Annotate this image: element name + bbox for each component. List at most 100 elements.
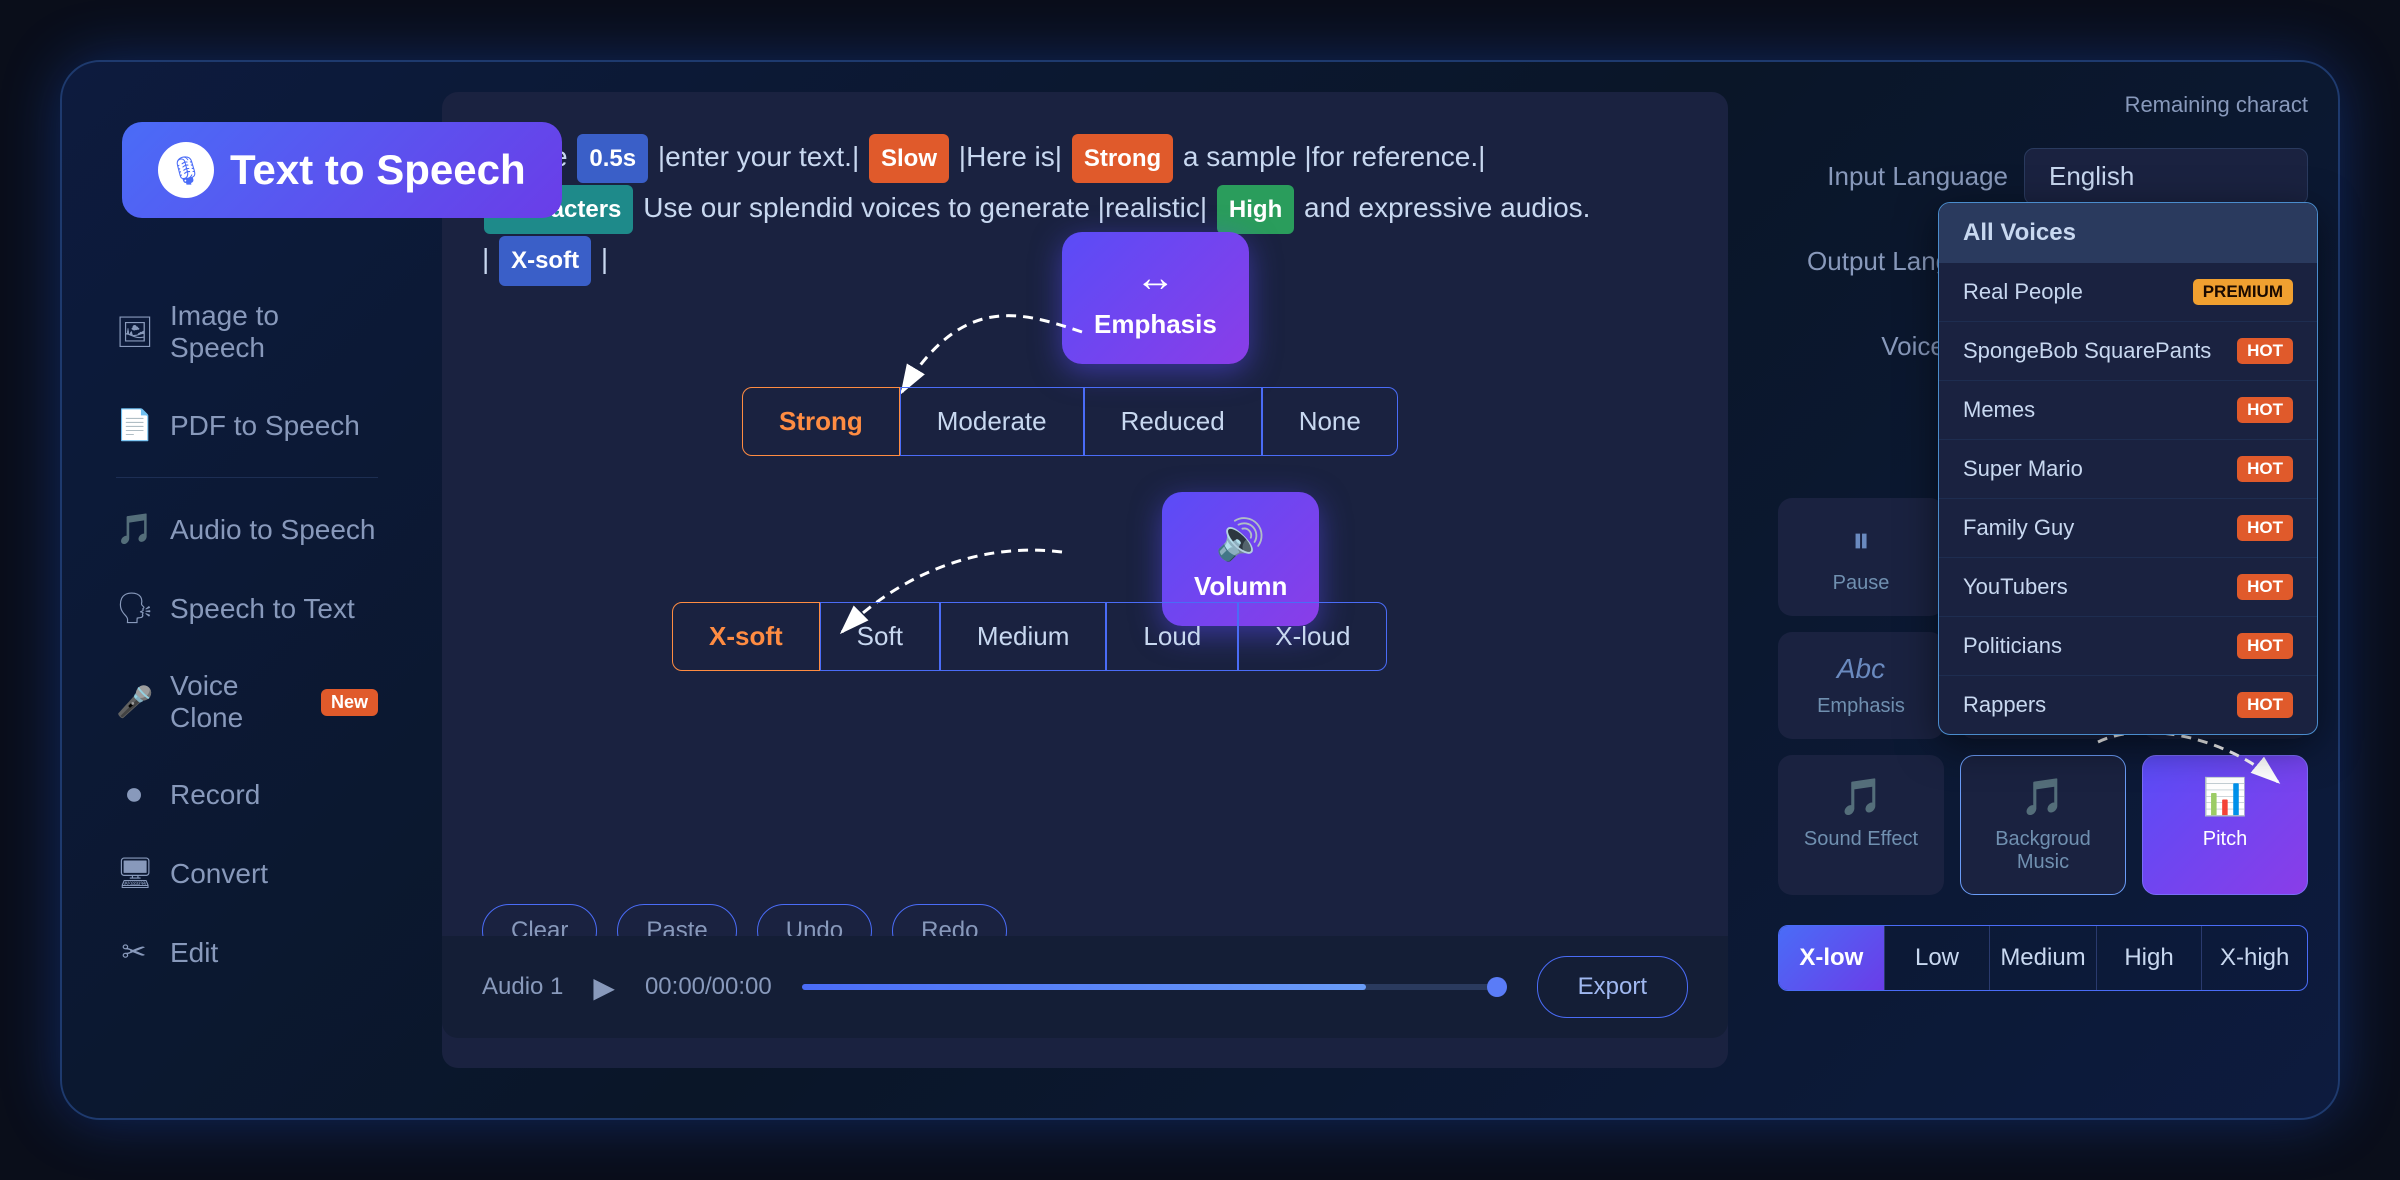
sidebar-label-record: Record bbox=[170, 779, 260, 811]
edit-icon: ✂ bbox=[116, 935, 152, 970]
dropdown-item-label-super-mario: Super Mario bbox=[1963, 456, 2083, 482]
tag-high: High bbox=[1217, 185, 1294, 234]
sidebar-item-speech-to-text[interactable]: 🗣 Speech to Text bbox=[92, 573, 402, 644]
editor-panel[interactable]: Please 0.5s |enter your text.| Slow |Her… bbox=[442, 92, 1728, 1068]
speech-icon: 🗣 bbox=[116, 591, 152, 626]
badge-hot-super-mario: HOT bbox=[2237, 456, 2293, 482]
emphasis-popup-label: Emphasis bbox=[1094, 309, 1217, 340]
dropdown-item-label-spongebob: SpongeBob SquarePants bbox=[1963, 338, 2211, 364]
tag-strong: Strong bbox=[1072, 134, 1173, 183]
volume-popup-icon: 🔊 bbox=[1216, 516, 1266, 563]
convert-icon: 🖥 bbox=[116, 856, 152, 891]
emphasis-btn-moderate[interactable]: Moderate bbox=[900, 387, 1084, 456]
tag-slow: Slow bbox=[869, 134, 949, 183]
pitch-btn-medium[interactable]: Medium bbox=[1990, 926, 2096, 990]
dropdown-item-youtubers[interactable]: YouTubers HOT bbox=[1939, 558, 2317, 617]
sidebar-item-record[interactable]: ⏺ Record bbox=[92, 760, 402, 830]
logo-badge[interactable]: 🎙 Text to Speech bbox=[122, 122, 562, 218]
pitch-button-group: X-low Low Medium High X-high bbox=[1778, 925, 2308, 991]
emphasis-btn-reduced[interactable]: Reduced bbox=[1084, 387, 1262, 456]
sound-effect-icon: 🎵 bbox=[1839, 776, 1884, 818]
app-window: 🎙 Text to Speech 🖼 Image to Speech 📄 PDF… bbox=[60, 60, 2340, 1120]
sidebar-item-convert[interactable]: 🖥 Convert bbox=[92, 838, 402, 909]
new-badge: New bbox=[321, 689, 378, 716]
sidebar-item-pdf-to-speech[interactable]: 📄 PDF to Speech bbox=[92, 390, 402, 461]
badge-hot-memes: HOT bbox=[2237, 397, 2293, 423]
volume-btn-xloud[interactable]: X-loud bbox=[1238, 602, 1387, 671]
sidebar-label-image-to-speech: Image to Speech bbox=[170, 300, 378, 364]
volume-popup-label: Volumn bbox=[1194, 571, 1287, 602]
badge-hot-politicians: HOT bbox=[2237, 633, 2293, 659]
input-language-row: Input Language English bbox=[1778, 148, 2308, 205]
audio-icon: 🎵 bbox=[116, 512, 152, 547]
dropdown-item-label-youtubers: YouTubers bbox=[1963, 574, 2068, 600]
record-icon: ⏺ bbox=[116, 778, 152, 812]
emphasis-btn-strong[interactable]: Strong bbox=[742, 387, 900, 456]
pitch-active-icon: 📊 bbox=[2203, 776, 2248, 818]
sidebar: 🖼 Image to Speech 📄 PDF to Speech 🎵 Audi… bbox=[62, 62, 422, 1118]
dropdown-item-label-rappers: Rappers bbox=[1963, 692, 2046, 718]
dropdown-header: All Voices bbox=[1939, 203, 2317, 263]
sidebar-item-audio-to-speech[interactable]: 🎵 Audio to Speech bbox=[92, 494, 402, 565]
emphasis-button-group: Strong Moderate Reduced None bbox=[742, 387, 1398, 456]
export-button[interactable]: Export bbox=[1537, 956, 1688, 1018]
tool-background-music[interactable]: 🎵 Backgroud Music bbox=[1960, 755, 2126, 895]
sidebar-item-voice-clone[interactable]: 🎤 Voice Clone New bbox=[92, 652, 402, 752]
play-button[interactable]: ▶ bbox=[593, 971, 615, 1004]
pause-icon: ⏸ bbox=[1852, 519, 1870, 562]
logo-icon: 🎙 bbox=[158, 142, 214, 198]
badge-hot-family-guy: HOT bbox=[2237, 515, 2293, 541]
volume-btn-soft[interactable]: Soft bbox=[820, 602, 940, 671]
dropdown-item-real-people[interactable]: Real People PREMIUM bbox=[1939, 263, 2317, 322]
sidebar-item-image-to-speech[interactable]: 🖼 Image to Speech bbox=[92, 282, 402, 382]
badge-hot-youtubers: HOT bbox=[2237, 574, 2293, 600]
sidebar-item-edit[interactable]: ✂ Edit bbox=[92, 917, 402, 988]
emphasis-tool-label: Emphasis bbox=[1817, 695, 1905, 718]
input-language-label: Input Language bbox=[1778, 161, 2008, 192]
dropdown-item-super-mario[interactable]: Super Mario HOT bbox=[1939, 440, 2317, 499]
dropdown-item-memes[interactable]: Memes HOT bbox=[1939, 381, 2317, 440]
progress-fill bbox=[802, 984, 1366, 990]
tool-pause[interactable]: ⏸ Pause bbox=[1778, 498, 1944, 616]
sidebar-label-audio-to-speech: Audio to Speech bbox=[170, 514, 376, 546]
progress-bar[interactable] bbox=[802, 984, 1507, 990]
pitch-btn-low[interactable]: Low bbox=[1885, 926, 1991, 990]
dropdown-item-family-guy[interactable]: Family Guy HOT bbox=[1939, 499, 2317, 558]
voices-dropdown[interactable]: All Voices Real People PREMIUM SpongeBob… bbox=[1938, 202, 2318, 735]
dropdown-item-rappers[interactable]: Rappers HOT bbox=[1939, 676, 2317, 734]
pdf-icon: 📄 bbox=[116, 408, 152, 443]
audio-track-label: Audio 1 bbox=[482, 973, 563, 1001]
remaining-chars: Remaining charact bbox=[1778, 92, 2308, 118]
mic-icon: 🎤 bbox=[116, 685, 152, 720]
badge-hot-rappers: HOT bbox=[2237, 692, 2293, 718]
dropdown-item-label-real-people: Real People bbox=[1963, 279, 2083, 305]
dropdown-item-spongebob[interactable]: SpongeBob SquarePants HOT bbox=[1939, 322, 2317, 381]
dropdown-item-politicians[interactable]: Politicians HOT bbox=[1939, 617, 2317, 676]
pitch-btn-xhigh[interactable]: X-high bbox=[2202, 926, 2307, 990]
sound-effect-label: Sound Effect bbox=[1804, 828, 1918, 851]
dropdown-item-label-memes: Memes bbox=[1963, 397, 2035, 423]
audio-bar: Audio 1 ▶ 00:00/00:00 Export bbox=[442, 936, 1728, 1038]
time-display: 00:00/00:00 bbox=[645, 973, 772, 1001]
sidebar-label-voice-clone: Voice Clone bbox=[170, 670, 303, 734]
pitch-btn-high[interactable]: High bbox=[2097, 926, 2203, 990]
pitch-btn-xlow[interactable]: X-low bbox=[1779, 926, 1885, 990]
sidebar-label-convert: Convert bbox=[170, 858, 268, 890]
background-music-icon: 🎵 bbox=[2021, 776, 2066, 818]
pitch-active-label: Pitch bbox=[2203, 828, 2247, 851]
tool-emphasis[interactable]: Abc Emphasis bbox=[1778, 632, 1944, 739]
tool-pitch-active[interactable]: 📊 Pitch bbox=[2142, 755, 2308, 895]
volume-btn-loud[interactable]: Loud bbox=[1106, 602, 1238, 671]
emphasis-tool-icon: Abc bbox=[1837, 653, 1885, 685]
progress-dot bbox=[1487, 977, 1507, 997]
dropdown-item-label-family-guy: Family Guy bbox=[1963, 515, 2074, 541]
emphasis-btn-none[interactable]: None bbox=[1262, 387, 1398, 456]
volume-btn-medium[interactable]: Medium bbox=[940, 602, 1106, 671]
sidebar-label-edit: Edit bbox=[170, 937, 218, 969]
tag-xsoft: X-soft bbox=[499, 236, 591, 285]
input-language-value[interactable]: English bbox=[2024, 148, 2308, 205]
logo-text: Text to Speech bbox=[230, 146, 526, 194]
volume-btn-xsoft[interactable]: X-soft bbox=[672, 602, 820, 671]
background-music-label: Backgroud Music bbox=[1977, 828, 2109, 874]
tool-sound-effect[interactable]: 🎵 Sound Effect bbox=[1778, 755, 1944, 895]
